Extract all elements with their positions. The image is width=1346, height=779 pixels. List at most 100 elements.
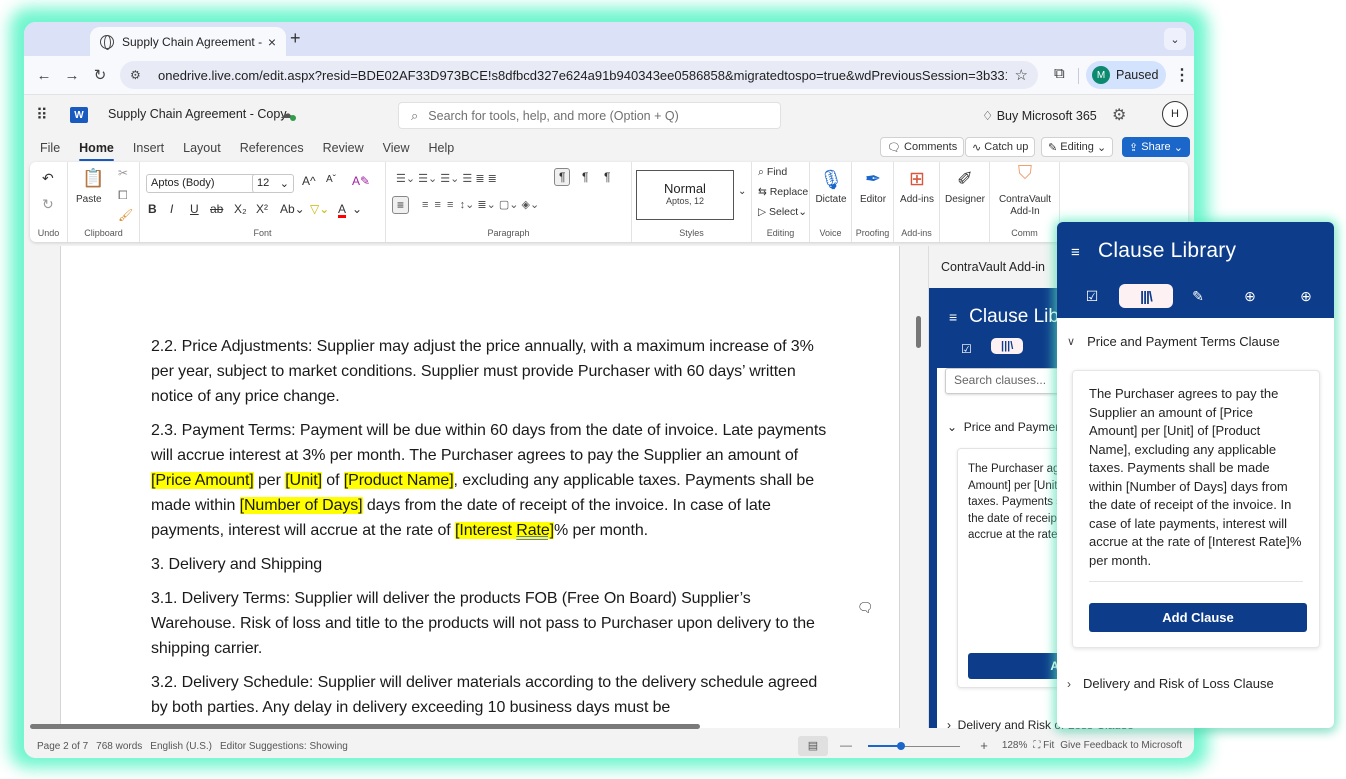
dictate-button[interactable]: 🎙 Dictate — [812, 168, 850, 205]
font-size-dropdown[interactable]: 12 ⌄ — [252, 174, 294, 193]
add-tab-icon[interactable]: ⊕ — [1237, 284, 1263, 308]
paragraph-3-1[interactable]: 3.1. Delivery Terms: Supplier will deliv… — [151, 586, 831, 661]
word-logo-icon[interactable]: W — [70, 107, 88, 123]
tab-file[interactable]: File — [40, 141, 60, 155]
styles-more-icon[interactable]: ⌄ — [738, 186, 746, 197]
select-button[interactable]: ▷ Select⌄ — [758, 206, 807, 218]
zoom-out-button[interactable]: — — [840, 738, 852, 752]
library-tab-icon[interactable]: |||\ — [1119, 284, 1173, 308]
placeholder-interest-rate[interactable]: [Interest Rate] — [455, 522, 554, 539]
placeholder-product-name[interactable]: [Product Name] — [343, 472, 454, 489]
tab-help[interactable]: Help — [429, 141, 455, 155]
subscript-icon[interactable]: X₂ — [234, 202, 247, 216]
horizontal-scrollbar[interactable] — [30, 724, 700, 729]
redo-icon[interactable]: ↻ — [42, 196, 54, 213]
accordion-price-payment-terms[interactable]: ∨ Price and Payment Terms Clause — [1067, 334, 1280, 349]
paragraph-3-2[interactable]: 3.2. Delivery Schedule: Supplier will de… — [151, 670, 831, 720]
tab-view[interactable]: View — [383, 141, 410, 155]
settings-gear-icon[interactable]: ⚙ — [1112, 105, 1126, 125]
address-bar[interactable]: ⚙ onedrive.live.com/edit.aspx?resid=BDE0… — [120, 61, 1038, 89]
document-body[interactable]: 2.2. Price Adjustments: Supplier may adj… — [151, 334, 831, 729]
vertical-scrollbar[interactable] — [916, 316, 921, 348]
rtl-paragraph-icon[interactable]: ¶ — [582, 170, 588, 184]
back-button[interactable]: ← — [30, 67, 58, 84]
browser-menu-icon[interactable]: ⋮ — [1174, 65, 1190, 85]
underline-icon[interactable]: U — [190, 202, 199, 216]
italic-icon[interactable]: I — [170, 202, 173, 216]
paste-icon[interactable]: 📋 — [82, 168, 104, 189]
close-tab-icon[interactable]: × — [268, 34, 276, 50]
language[interactable]: English (U.S.) — [150, 741, 212, 752]
tab-layout[interactable]: Layout — [183, 141, 221, 155]
placeholder-number-of-days[interactable]: [Number of Days] — [239, 497, 363, 514]
copy-icon[interactable]: ⧠ — [118, 188, 128, 203]
replace-button[interactable]: ⇆ Replace — [758, 186, 808, 198]
profile-button[interactable]: M Paused — [1086, 61, 1166, 89]
catch-up-button[interactable]: ∿ Catch up — [965, 137, 1036, 157]
checkbox-tab-icon[interactable]: ☑ — [961, 342, 972, 356]
placeholder-price-amount[interactable]: [Price Amount] — [151, 472, 254, 489]
grow-font-icon[interactable]: A^ — [302, 174, 316, 188]
strikethrough-icon[interactable]: ab — [210, 202, 223, 216]
word-count[interactable]: 768 words — [96, 741, 142, 752]
ltr-paragraph-icon[interactable]: ¶ — [554, 168, 571, 186]
add-clause-button[interactable]: Add Clause — [1089, 603, 1307, 632]
addins-button[interactable]: ⊞ Add-ins — [896, 168, 938, 205]
app-launcher-icon[interactable]: ⠿ — [36, 105, 48, 125]
superscript-icon[interactable]: X² — [256, 202, 268, 216]
hamburger-icon[interactable]: ≡ — [1071, 244, 1080, 261]
change-case-icon[interactable]: Ab⌄ — [280, 202, 305, 216]
chevron-down-icon[interactable]: ⌄ — [352, 202, 362, 216]
comments-button[interactable]: 🗨 Comments — [880, 137, 965, 157]
forward-button[interactable]: → — [58, 67, 86, 84]
tab-search-button[interactable]: ⌄ — [1164, 28, 1186, 50]
format-painter-icon[interactable]: 🖌 — [118, 208, 133, 222]
add-tab-icon[interactable]: ⊕ — [1293, 284, 1319, 308]
editing-mode-button[interactable]: ✎ Editing ⌄ — [1041, 137, 1114, 157]
paste-label[interactable]: Paste — [76, 194, 102, 205]
tab-review[interactable]: Review — [323, 141, 364, 155]
document-title[interactable]: Supply Chain Agreement - Copy — [108, 107, 287, 121]
reload-button[interactable]: ↻ — [86, 66, 114, 84]
paragraph-2-3[interactable]: 2.3. Payment Terms: Payment will be due … — [151, 418, 831, 543]
share-button[interactable]: ⇪ Share ⌄ — [1122, 137, 1190, 157]
hamburger-icon[interactable]: ≡ — [949, 309, 957, 325]
tab-insert[interactable]: Insert — [133, 141, 164, 155]
bookmark-star-icon[interactable]: ☆ — [1015, 66, 1028, 84]
shrink-font-icon[interactable]: Aˇ — [326, 174, 336, 185]
edit-tab-icon[interactable]: ✎ — [1185, 284, 1211, 308]
user-avatar[interactable]: H — [1162, 101, 1188, 127]
bold-icon[interactable]: B — [148, 202, 157, 216]
add-comment-icon[interactable]: 🗨 — [857, 600, 874, 616]
fit-button[interactable]: ⛶ Fit — [1033, 740, 1054, 751]
checkbox-tab-icon[interactable]: ☑ — [1079, 284, 1105, 308]
zoom-in-button[interactable]: + — [980, 738, 988, 753]
library-tab-icon[interactable]: |||\ — [991, 338, 1024, 354]
search-box[interactable]: ⌕ Search for tools, help, and more (Opti… — [398, 102, 781, 129]
buy-microsoft-365-link[interactable]: ♢ Buy Microsoft 365 — [982, 108, 1097, 123]
feedback-link[interactable]: Give Feedback to Microsoft — [1060, 740, 1182, 751]
site-settings-icon[interactable]: ⚙ — [130, 68, 150, 82]
show-marks-icon[interactable]: ¶ — [604, 170, 610, 184]
undo-icon[interactable]: ↶ — [42, 170, 54, 187]
tab-home[interactable]: Home — [79, 141, 114, 161]
browser-tab[interactable]: Supply Chain Agreement - Co × — [90, 27, 286, 56]
contravault-button[interactable]: ⛉ ContraVault Add-In — [992, 164, 1058, 218]
print-layout-view-button[interactable]: ▤ — [798, 736, 828, 756]
editor-suggestions[interactable]: Editor Suggestions: Showing — [220, 741, 348, 752]
tab-references[interactable]: References — [240, 141, 304, 155]
bullets-icon[interactable]: ☰⌄ ☰⌄ ☰⌄ ☰ ≣ ≣ — [396, 172, 497, 185]
zoom-level[interactable]: 128% — [1002, 740, 1028, 751]
clear-formatting-icon[interactable]: A✎ — [352, 174, 370, 188]
highlight-color-icon[interactable]: ▽⌄ — [310, 202, 329, 216]
new-tab-button[interactable]: + — [290, 28, 301, 49]
style-normal[interactable]: Normal Aptos, 12 — [636, 170, 734, 220]
accordion-delivery-risk-of-loss[interactable]: › Delivery and Risk of Loss Clause — [1067, 676, 1274, 691]
align-left-icon[interactable]: ≡ — [392, 196, 410, 214]
align-options-icon[interactable]: ≡ ≡ ≡ ↕⌄ ≣⌄ ▢⌄ ◈⌄ — [422, 198, 539, 211]
cloud-saved-icon[interactable]: ☁ — [280, 106, 296, 122]
document-page[interactable]: 2.2. Price Adjustments: Supplier may adj… — [60, 246, 900, 728]
placeholder-unit[interactable]: [Unit] — [285, 472, 322, 489]
page-count[interactable]: Page 2 of 7 — [37, 741, 88, 752]
editor-button[interactable]: ✒ Editor — [854, 168, 892, 205]
